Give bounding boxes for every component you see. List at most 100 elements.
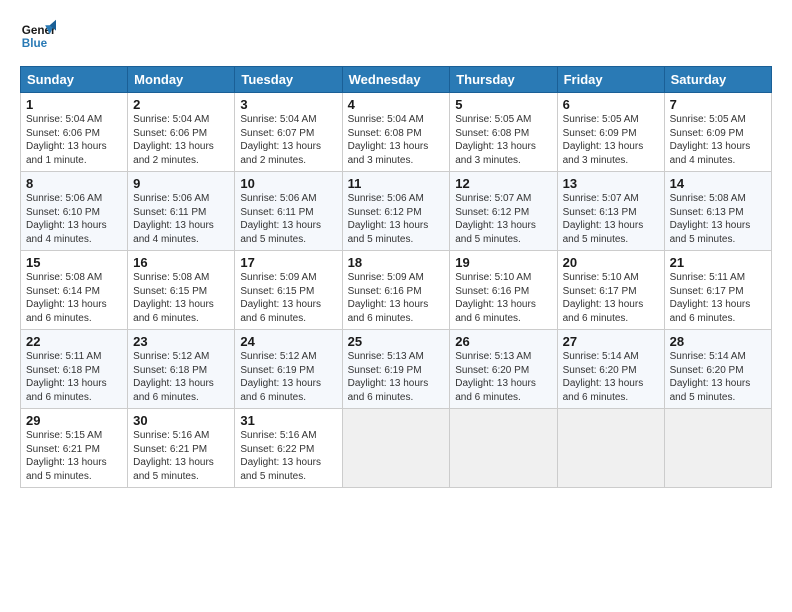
day-detail: Sunrise: 5:10 AM Sunset: 6:16 PM Dayligh… [455,271,551,325]
calendar-cell: 24Sunrise: 5:12 AM Sunset: 6:19 PM Dayli… [235,330,342,409]
day-number: 27 [563,334,659,349]
day-detail: Sunrise: 5:08 AM Sunset: 6:14 PM Dayligh… [26,271,122,325]
svg-text:Blue: Blue [22,37,48,50]
day-number: 12 [455,176,551,191]
day-number: 29 [26,413,122,428]
day-number: 20 [563,255,659,270]
day-number: 4 [348,97,445,112]
day-detail: Sunrise: 5:09 AM Sunset: 6:16 PM Dayligh… [348,271,445,325]
day-number: 3 [240,97,336,112]
calendar-cell [664,409,771,488]
day-detail: Sunrise: 5:12 AM Sunset: 6:18 PM Dayligh… [133,350,229,404]
day-number: 11 [348,176,445,191]
day-number: 9 [133,176,229,191]
day-number: 6 [563,97,659,112]
day-detail: Sunrise: 5:11 AM Sunset: 6:18 PM Dayligh… [26,350,122,404]
calendar-cell: 23Sunrise: 5:12 AM Sunset: 6:18 PM Dayli… [128,330,235,409]
calendar-header-row: SundayMondayTuesdayWednesdayThursdayFrid… [21,67,772,93]
day-detail: Sunrise: 5:16 AM Sunset: 6:22 PM Dayligh… [240,429,336,483]
weekday-header-thursday: Thursday [450,67,557,93]
calendar-cell: 18Sunrise: 5:09 AM Sunset: 6:16 PM Dayli… [342,251,450,330]
weekday-header-sunday: Sunday [21,67,128,93]
day-detail: Sunrise: 5:09 AM Sunset: 6:15 PM Dayligh… [240,271,336,325]
calendar-cell: 8Sunrise: 5:06 AM Sunset: 6:10 PM Daylig… [21,172,128,251]
calendar-cell: 20Sunrise: 5:10 AM Sunset: 6:17 PM Dayli… [557,251,664,330]
day-number: 19 [455,255,551,270]
day-number: 26 [455,334,551,349]
calendar-cell: 7Sunrise: 5:05 AM Sunset: 6:09 PM Daylig… [664,93,771,172]
calendar-cell: 5Sunrise: 5:05 AM Sunset: 6:08 PM Daylig… [450,93,557,172]
weekday-header-saturday: Saturday [664,67,771,93]
day-number: 24 [240,334,336,349]
day-number: 30 [133,413,229,428]
day-number: 25 [348,334,445,349]
day-detail: Sunrise: 5:08 AM Sunset: 6:13 PM Dayligh… [670,192,766,246]
day-detail: Sunrise: 5:05 AM Sunset: 6:09 PM Dayligh… [670,113,766,167]
calendar-cell: 4Sunrise: 5:04 AM Sunset: 6:08 PM Daylig… [342,93,450,172]
calendar-table: SundayMondayTuesdayWednesdayThursdayFrid… [20,66,772,488]
calendar-week-1: 1 Sunrise: 5:04 AM Sunset: 6:06 PM Daylig… [21,93,772,172]
day-detail: Sunrise: 5:10 AM Sunset: 6:17 PM Dayligh… [563,271,659,325]
calendar-cell: 15Sunrise: 5:08 AM Sunset: 6:14 PM Dayli… [21,251,128,330]
calendar-cell: 9Sunrise: 5:06 AM Sunset: 6:11 PM Daylig… [128,172,235,251]
weekday-header-monday: Monday [128,67,235,93]
day-number: 22 [26,334,122,349]
calendar-cell: 17Sunrise: 5:09 AM Sunset: 6:15 PM Dayli… [235,251,342,330]
calendar-cell: 22Sunrise: 5:11 AM Sunset: 6:18 PM Dayli… [21,330,128,409]
calendar-cell: 30Sunrise: 5:16 AM Sunset: 6:21 PM Dayli… [128,409,235,488]
day-detail: Sunrise: 5:06 AM Sunset: 6:12 PM Dayligh… [348,192,445,246]
day-number: 18 [348,255,445,270]
calendar-cell [342,409,450,488]
calendar-cell: 13Sunrise: 5:07 AM Sunset: 6:13 PM Dayli… [557,172,664,251]
day-detail: Sunrise: 5:16 AM Sunset: 6:21 PM Dayligh… [133,429,229,483]
calendar-cell: 21Sunrise: 5:11 AM Sunset: 6:17 PM Dayli… [664,251,771,330]
day-detail: Sunrise: 5:13 AM Sunset: 6:20 PM Dayligh… [455,350,551,404]
day-detail: Sunrise: 5:15 AM Sunset: 6:21 PM Dayligh… [26,429,122,483]
day-detail: Sunrise: 5:07 AM Sunset: 6:13 PM Dayligh… [563,192,659,246]
calendar-cell: 10Sunrise: 5:06 AM Sunset: 6:11 PM Dayli… [235,172,342,251]
calendar-cell: 16Sunrise: 5:08 AM Sunset: 6:15 PM Dayli… [128,251,235,330]
day-number: 21 [670,255,766,270]
day-detail: Sunrise: 5:14 AM Sunset: 6:20 PM Dayligh… [670,350,766,404]
calendar-cell: 2Sunrise: 5:04 AM Sunset: 6:06 PM Daylig… [128,93,235,172]
calendar-cell: 27Sunrise: 5:14 AM Sunset: 6:20 PM Dayli… [557,330,664,409]
calendar-cell: 26Sunrise: 5:13 AM Sunset: 6:20 PM Dayli… [450,330,557,409]
calendar-cell: 25Sunrise: 5:13 AM Sunset: 6:19 PM Dayli… [342,330,450,409]
day-number: 28 [670,334,766,349]
day-detail: Sunrise: 5:06 AM Sunset: 6:10 PM Dayligh… [26,192,122,246]
day-number: 5 [455,97,551,112]
day-number: 10 [240,176,336,191]
day-detail: Sunrise: 5:04 AM Sunset: 6:08 PM Dayligh… [348,113,445,167]
day-detail: Sunrise: 5:05 AM Sunset: 6:08 PM Dayligh… [455,113,551,167]
logo-icon: General Blue [20,18,56,54]
day-number: 1 [26,97,122,112]
calendar-cell: 31Sunrise: 5:16 AM Sunset: 6:22 PM Dayli… [235,409,342,488]
calendar-cell: 19Sunrise: 5:10 AM Sunset: 6:16 PM Dayli… [450,251,557,330]
day-number: 2 [133,97,229,112]
weekday-header-wednesday: Wednesday [342,67,450,93]
day-detail: Sunrise: 5:13 AM Sunset: 6:19 PM Dayligh… [348,350,445,404]
calendar-cell: 6Sunrise: 5:05 AM Sunset: 6:09 PM Daylig… [557,93,664,172]
day-detail: Sunrise: 5:14 AM Sunset: 6:20 PM Dayligh… [563,350,659,404]
logo: General Blue [20,18,62,54]
calendar-cell [557,409,664,488]
calendar-cell: 28Sunrise: 5:14 AM Sunset: 6:20 PM Dayli… [664,330,771,409]
day-detail: Sunrise: 5:06 AM Sunset: 6:11 PM Dayligh… [240,192,336,246]
calendar-cell: 3Sunrise: 5:04 AM Sunset: 6:07 PM Daylig… [235,93,342,172]
day-detail: Sunrise: 5:12 AM Sunset: 6:19 PM Dayligh… [240,350,336,404]
header: General Blue [20,18,772,54]
day-detail: Sunrise: 5:11 AM Sunset: 6:17 PM Dayligh… [670,271,766,325]
day-detail: Sunrise: 5:04 AM Sunset: 6:06 PM Dayligh… [133,113,229,167]
calendar-cell: 1Sunrise: 5:04 AM Sunset: 6:06 PM Daylig… [21,93,128,172]
day-number: 15 [26,255,122,270]
day-number: 17 [240,255,336,270]
day-detail: Sunrise: 5:04 AM Sunset: 6:07 PM Dayligh… [240,113,336,167]
day-detail: Sunrise: 5:06 AM Sunset: 6:11 PM Dayligh… [133,192,229,246]
day-detail: Sunrise: 5:08 AM Sunset: 6:15 PM Dayligh… [133,271,229,325]
calendar-cell [450,409,557,488]
day-number: 31 [240,413,336,428]
day-number: 8 [26,176,122,191]
calendar-cell: 11Sunrise: 5:06 AM Sunset: 6:12 PM Dayli… [342,172,450,251]
day-number: 13 [563,176,659,191]
day-detail: Sunrise: 5:07 AM Sunset: 6:12 PM Dayligh… [455,192,551,246]
